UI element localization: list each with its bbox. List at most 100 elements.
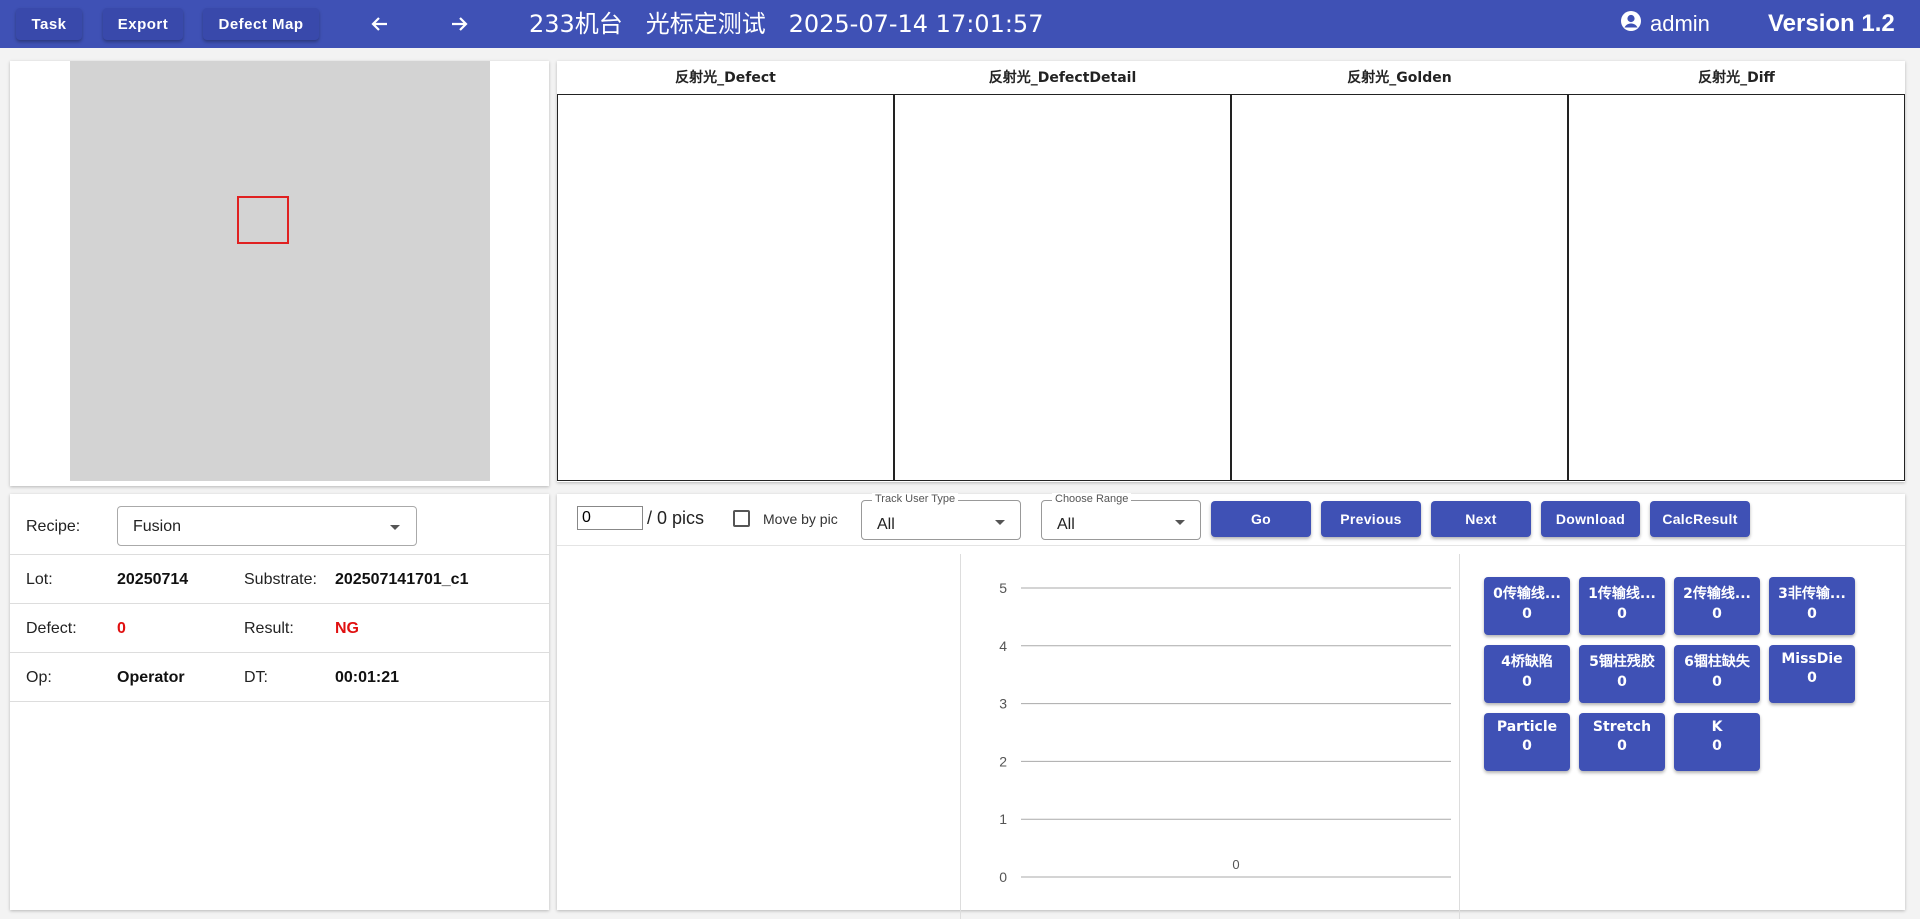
image-header: 反射光_DefectDetail (988, 70, 1137, 86)
category-button[interactable]: 0传输线... 0 (1484, 577, 1570, 635)
image-column-diff: 反射光_Diff (1568, 61, 1905, 481)
result-value: NG (335, 620, 359, 637)
chevron-down-icon (1175, 520, 1185, 525)
op-label: Op: (26, 669, 52, 686)
wafer-map[interactable] (70, 61, 490, 481)
control-bar: / 0 pics Move by pic Track User Type All… (557, 493, 1905, 546)
page-title: 233机台 光标定测试 2025-07-14 17:01:57 (529, 10, 1044, 38)
selection-box[interactable] (237, 196, 289, 244)
image-panel: 反射光_Defect 反射光_DefectDetail 反射光_Golden 反… (557, 61, 1905, 482)
image-header: 反射光_Defect (675, 70, 776, 86)
choose-range-select[interactable]: Choose Range All (1041, 493, 1201, 540)
category-name: 2传输线... (1683, 586, 1751, 602)
pic-index-input[interactable] (577, 506, 643, 530)
category-count: 0 (1807, 670, 1817, 686)
lot-label: Lot: (26, 571, 53, 588)
account-circle-icon (1620, 10, 1642, 38)
recipe-value: Fusion (133, 518, 182, 535)
go-button[interactable]: Go (1211, 501, 1311, 537)
y-tick-label: 4 (999, 638, 1007, 654)
calc-result-button[interactable]: CalcResult (1650, 501, 1750, 537)
download-button[interactable]: Download (1541, 501, 1640, 537)
image-column-defect: 反射光_Defect (557, 61, 894, 481)
op-value: Operator (117, 669, 185, 686)
image-viewer[interactable] (1568, 94, 1905, 481)
choose-range-label: Choose Range (1052, 493, 1132, 505)
info-row-lot: Lot: 20250714 Substrate: 202507141701_c1 (10, 555, 549, 604)
image-column-golden: 反射光_Golden (1231, 61, 1568, 481)
substrate-value: 202507141701_c1 (335, 571, 469, 588)
defect-map-panel (10, 61, 549, 486)
category-count: 0 (1712, 738, 1722, 754)
info-panel: Recipe: Fusion Lot: 20250714 Substrate: … (10, 494, 549, 910)
y-tick-label: 0 (999, 869, 1007, 885)
category-name: 3非传输... (1778, 586, 1846, 602)
image-viewer[interactable] (894, 94, 1231, 481)
chevron-down-icon (390, 525, 400, 530)
arrow-left-icon[interactable] (362, 8, 398, 40)
defect-count: 0 (117, 620, 126, 637)
result-label: Result: (244, 620, 294, 637)
substrate-label: Substrate: (244, 571, 317, 588)
arrow-right-icon[interactable] (441, 8, 477, 40)
image-header: 反射光_Diff (1698, 70, 1775, 86)
choose-range-value: All (1057, 516, 1075, 533)
user-menu[interactable]: admin (1620, 8, 1710, 40)
image-header: 反射光_Golden (1347, 70, 1452, 86)
stats-panel: / 0 pics Move by pic Track User Type All… (557, 493, 1905, 919)
category-button[interactable]: 2传输线... 0 (1674, 577, 1760, 635)
category-button[interactable]: 3非传输... 0 (1769, 577, 1855, 635)
category-name: Particle (1496, 719, 1558, 735)
category-name: 1传输线... (1588, 586, 1656, 602)
category-button[interactable]: 1传输线... 0 (1579, 577, 1665, 635)
category-button[interactable]: 5锢柱残胶 0 (1579, 645, 1665, 703)
track-user-type-label: Track User Type (872, 493, 959, 505)
category-count: 0 (1522, 606, 1532, 622)
category-name: 5锢柱残胶 (1589, 654, 1655, 670)
category-button[interactable]: 4桥缺陷 0 (1484, 645, 1570, 703)
recipe-select[interactable]: Fusion (117, 506, 417, 546)
lot-value: 20250714 (117, 571, 189, 588)
task-button[interactable]: Task (16, 8, 82, 40)
category-button[interactable]: Stretch 0 (1579, 713, 1665, 771)
category-button[interactable]: MissDie 0 (1769, 645, 1855, 703)
track-user-type-select[interactable]: Track User Type All (861, 493, 1021, 540)
category-count: 0 (1807, 606, 1817, 622)
pic-total: / 0 pics (647, 508, 705, 528)
image-viewer[interactable] (1231, 94, 1568, 481)
category-button[interactable]: K0 (1674, 713, 1760, 771)
version-label: Version 1.2 (1768, 10, 1895, 37)
category-button[interactable]: Particle 0 (1484, 713, 1570, 771)
image-column-defect-detail: 反射光_DefectDetail (894, 61, 1231, 481)
category-name: 4桥缺陷 (1501, 654, 1553, 670)
bar-data-label: 0 (1232, 857, 1239, 872)
move-by-pic-checkbox[interactable] (733, 510, 750, 527)
y-tick-label: 3 (999, 696, 1007, 712)
user-name: admin (1650, 11, 1710, 36)
category-name: 6锢柱缺失 (1684, 654, 1750, 670)
category-name: 0传输线... (1493, 586, 1561, 602)
chevron-down-icon (995, 520, 1005, 525)
next-button[interactable]: Next (1431, 501, 1531, 537)
track-user-type-value: All (877, 516, 895, 533)
image-viewer[interactable] (557, 94, 894, 481)
category-button[interactable]: 6锢柱缺失 0 (1674, 645, 1760, 703)
move-by-pic-label: Move by pic (763, 511, 838, 527)
category-count: 0 (1522, 738, 1532, 754)
info-row-defect: Defect: 0 Result: NG (10, 604, 549, 653)
export-button[interactable]: Export (103, 8, 183, 40)
dt-value: 00:01:21 (335, 669, 400, 686)
info-row-recipe: Recipe: Fusion (10, 494, 549, 555)
category-count: 0 (1712, 674, 1722, 690)
dt-label: DT: (244, 669, 268, 686)
defect-label: Defect: (26, 620, 77, 637)
defect-chart: 0 1 2 3 4 5 0 (960, 554, 1460, 919)
category-name: Stretch (1592, 719, 1652, 735)
previous-button[interactable]: Previous (1321, 501, 1421, 537)
category-count: 0 (1617, 738, 1627, 754)
y-tick-label: 2 (999, 753, 1007, 769)
defect-map-button[interactable]: Defect Map (203, 8, 319, 40)
category-count: 0 (1617, 606, 1627, 622)
y-tick-label: 1 (999, 811, 1007, 827)
defect-chart-svg: 0 1 2 3 4 5 0 (999, 580, 1451, 885)
